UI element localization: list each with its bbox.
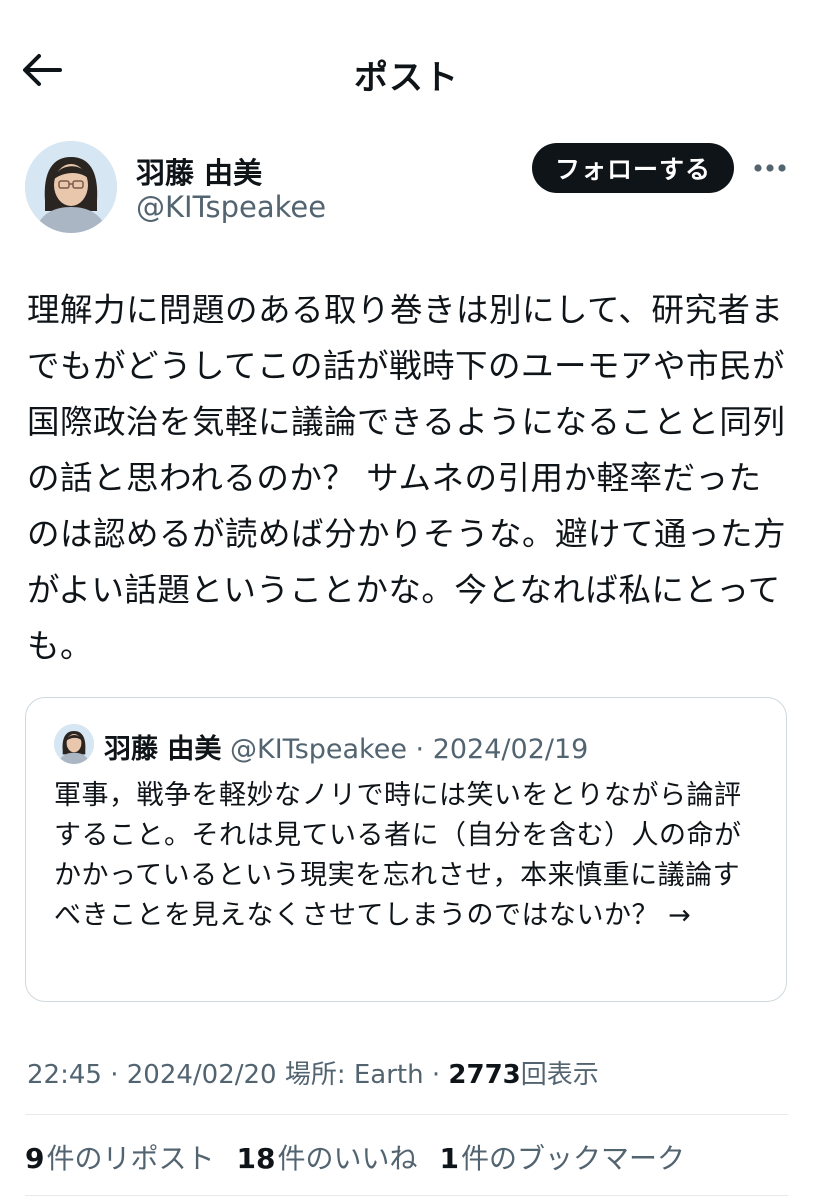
quote-text: 軍事，戦争を軽妙なノリで時には笑いをとりながら論評すること。それは見ている者に（… — [54, 780, 742, 931]
author-handle[interactable]: @KITspeakee — [136, 190, 326, 224]
views-label: 回表示 — [520, 1060, 599, 1090]
reposts-count: 9 — [25, 1142, 45, 1175]
reposts-label: 件のリポスト — [46, 1142, 215, 1175]
likes-count: 18 — [236, 1142, 276, 1175]
post-date[interactable]: 2024/02/20 — [127, 1060, 277, 1090]
post-meta: 22:45 · 2024/02/20 場所: Earth · 2773回表示 — [27, 1054, 599, 1091]
quote-separator: · — [406, 734, 433, 765]
bookmarks-stat[interactable]: 1件のブックマーク — [439, 1137, 685, 1177]
quote-avatar — [54, 724, 94, 764]
likes-label: 件のいいね — [277, 1142, 418, 1175]
likes-stat[interactable]: 18件のいいね — [237, 1137, 418, 1177]
meta-separator: · — [423, 1060, 449, 1090]
more-horizontal-icon — [754, 164, 786, 172]
follow-button[interactable]: フォローする — [532, 143, 734, 193]
divider — [25, 1114, 788, 1115]
quote-author-handle: @KITspeakee — [230, 734, 407, 765]
views-count: 2773 — [448, 1060, 521, 1090]
more-options-button[interactable] — [750, 150, 790, 186]
reposts-stat[interactable]: 9件のリポスト — [25, 1137, 215, 1177]
quote-date: 2024/02/19 — [432, 734, 589, 765]
top-bar: ポスト — [0, 0, 813, 140]
post-time[interactable]: 22:45 — [27, 1060, 102, 1090]
quoted-post-card[interactable]: 羽藤 由美 @KITspeakee · 2024/02/19 軍事，戦争を軽妙な… — [25, 697, 787, 1002]
avatar[interactable] — [25, 141, 117, 233]
profile-photo-icon — [54, 724, 94, 764]
post-location: 場所: Earth — [276, 1060, 424, 1090]
page-title: ポスト — [354, 58, 459, 98]
post-text: 理解力に問題のある取り巻きは別にして、研究者までもがどうしてこの話が戦時下のユー… — [27, 291, 787, 665]
author-name[interactable]: 羽藤 由美 — [136, 150, 262, 192]
quote-author-name: 羽藤 由美 — [104, 734, 222, 765]
bookmarks-count: 1 — [439, 1142, 459, 1175]
engagement-stats: 9件のリポスト 18件のいいね 1件のブックマーク — [25, 1137, 685, 1177]
quote-header: 羽藤 由美 @KITspeakee · 2024/02/19 — [104, 727, 588, 766]
profile-photo-icon — [25, 141, 117, 233]
divider — [25, 1195, 788, 1196]
bookmarks-label: 件のブックマーク — [460, 1142, 685, 1175]
meta-separator: · — [101, 1060, 127, 1090]
